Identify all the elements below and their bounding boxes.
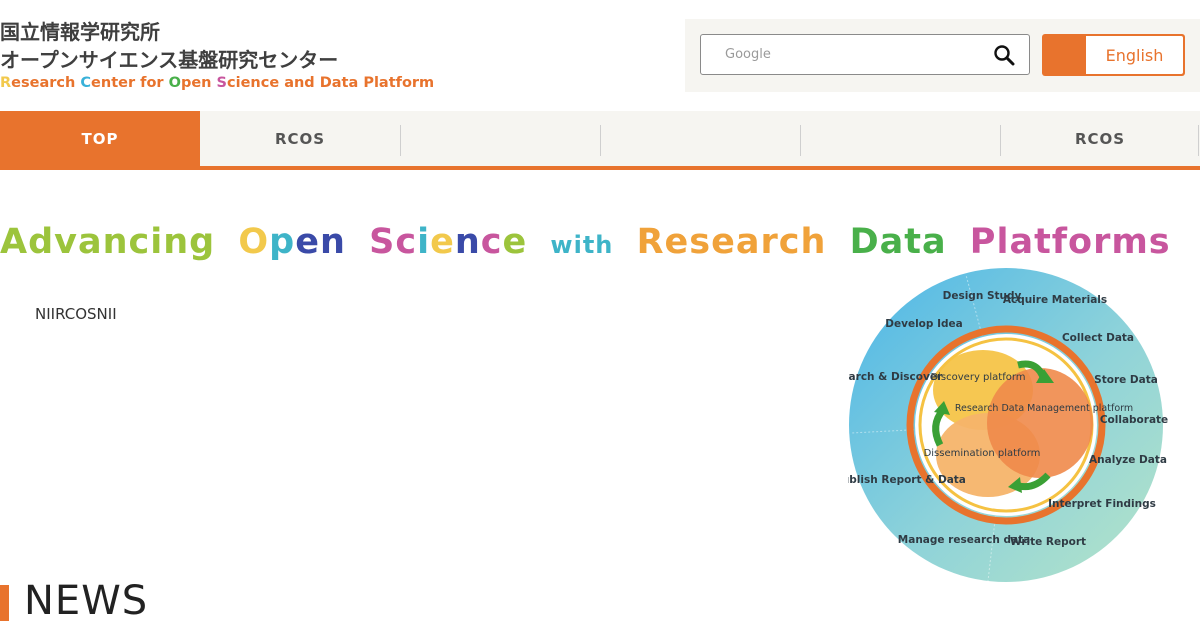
nav-item-rcos-2[interactable]: RCOS [1000,111,1200,166]
tagline-letter: n [319,222,346,262]
rdm-platform-area [987,368,1093,478]
nav-item-rcos[interactable]: RCOS [200,111,400,166]
logo-text: enter for [91,75,169,91]
logo-letter-s: S [216,75,227,91]
discovery-platform-label: Discovery platform [930,372,1025,383]
tagline-letter: c [395,222,418,262]
nav-divider [1198,125,1199,156]
stage-label: Collaborate [1100,414,1168,426]
logo-letter-o: O [168,75,181,91]
stage-label: Analyze Data [1089,454,1167,466]
nav-item-top[interactable]: TOP [0,111,200,166]
news-heading: NEWS [24,578,149,624]
header-tools: English [685,19,1200,92]
research-lifecycle-diagram: Discovery platform Research Data Managem… [834,265,1168,585]
english-button-label: English [1086,36,1183,74]
stage-label: Interpret Findings [1048,498,1156,510]
stage-label: Collect Data [1062,332,1134,344]
site-header: 国立情報学研究所 オープンサイエンス基盤研究センター Research Cent… [0,0,1200,110]
news-heading-bar [0,585,9,621]
stage-label: Manage research data [898,534,1030,546]
nav-divider [1000,125,1001,156]
stage-label: Acquire Materials [1003,294,1107,306]
rdm-platform-label: Research Data Management platform [955,403,1133,414]
lifecycle-svg: Discovery platform Research Data Managem… [834,268,1168,582]
nav-divider [800,125,801,156]
stage-label: Search & Discover [848,371,943,383]
tagline-letter: S [369,222,396,262]
search-input[interactable] [725,44,975,64]
tagline-letter: e [502,222,528,262]
nav-item-4[interactable] [600,111,800,166]
tagline-letter: n [454,222,481,262]
tagline-letter: i [417,222,431,262]
stage-label: Publish Report & Data [848,474,966,486]
search-icon[interactable] [993,44,1015,66]
tagline-word: Data [849,222,947,262]
search-box [700,34,1030,75]
org-name[interactable]: 国立情報学研究所 [0,16,160,45]
hero-tagline: Advancing Open Science with Research Dat… [0,222,1171,262]
tagline-letter: e [430,222,455,262]
nav-divider [400,125,401,156]
tagline-word: Research [636,222,827,262]
tagline-letter: O [238,222,270,262]
main-nav: TOP RCOS RCOS [0,111,1200,170]
nav-divider [600,125,601,156]
tagline-word: Advancing [0,222,216,262]
logo-letter-r: R [0,75,12,91]
center-name-ja[interactable]: オープンサイエンス基盤研究センター [0,44,338,73]
dissemination-platform-label: Dissemination platform [924,448,1041,459]
intro-text: NIIRCOSNII [35,305,117,323]
logo-text: pen [180,75,217,91]
tagline-letter: e [295,222,320,262]
english-button[interactable]: English [1042,34,1185,76]
logo-text: esearch [11,75,81,91]
tagline-word: with [550,231,614,259]
logo-text: cience and Data Platform [227,75,435,91]
nav-item-5[interactable] [800,111,1000,166]
nav-item-3[interactable] [400,111,600,166]
stage-label: Store Data [1094,374,1158,386]
center-name-en[interactable]: Research Center for Open Science and Dat… [0,75,434,91]
tagline-letter: p [269,222,296,262]
logo-letter-c: C [80,75,92,91]
tagline-letter: c [480,222,503,262]
stage-label: Develop Idea [885,318,962,330]
tagline-word: Platforms [969,222,1171,262]
